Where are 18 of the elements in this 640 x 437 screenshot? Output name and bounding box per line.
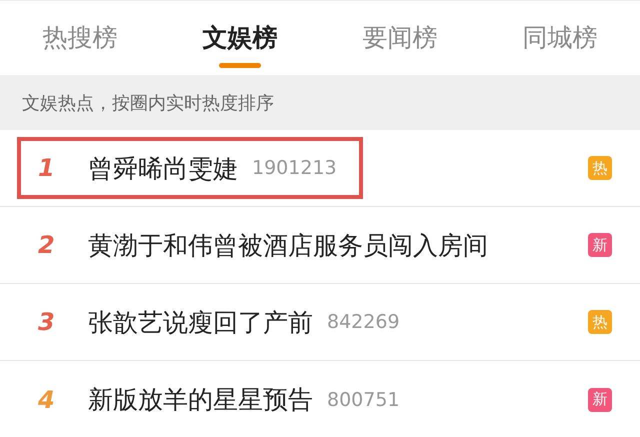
- heat-count: 800751: [327, 388, 400, 410]
- topic-title[interactable]: 张歆艺说瘦回了产前: [88, 306, 313, 338]
- topic-title[interactable]: 曾舜晞尚雯婕: [88, 152, 238, 184]
- tab[interactable]: 文娱榜: [160, 1, 320, 75]
- topic-badge: 新: [588, 233, 612, 257]
- heat-count: 1901213: [252, 157, 337, 179]
- rank-number: 3: [38, 308, 56, 336]
- topic-badge: 热: [588, 156, 612, 180]
- topic-badge: 热: [588, 310, 612, 334]
- tab-underline: [219, 63, 261, 68]
- rank-number: 4: [38, 386, 56, 414]
- heat-count: 842269: [327, 311, 400, 333]
- topic-title[interactable]: 黄渤于和伟曾被酒店服务员闯入房间: [88, 228, 488, 262]
- rank-number: 2: [38, 231, 56, 259]
- topic-title[interactable]: 新版放羊的星星预告: [88, 383, 313, 416]
- topic-badge: 新: [588, 388, 612, 412]
- subtitle: 文娱热点，按圈内实时热度排序: [22, 92, 274, 114]
- rank-number: 1: [38, 154, 56, 182]
